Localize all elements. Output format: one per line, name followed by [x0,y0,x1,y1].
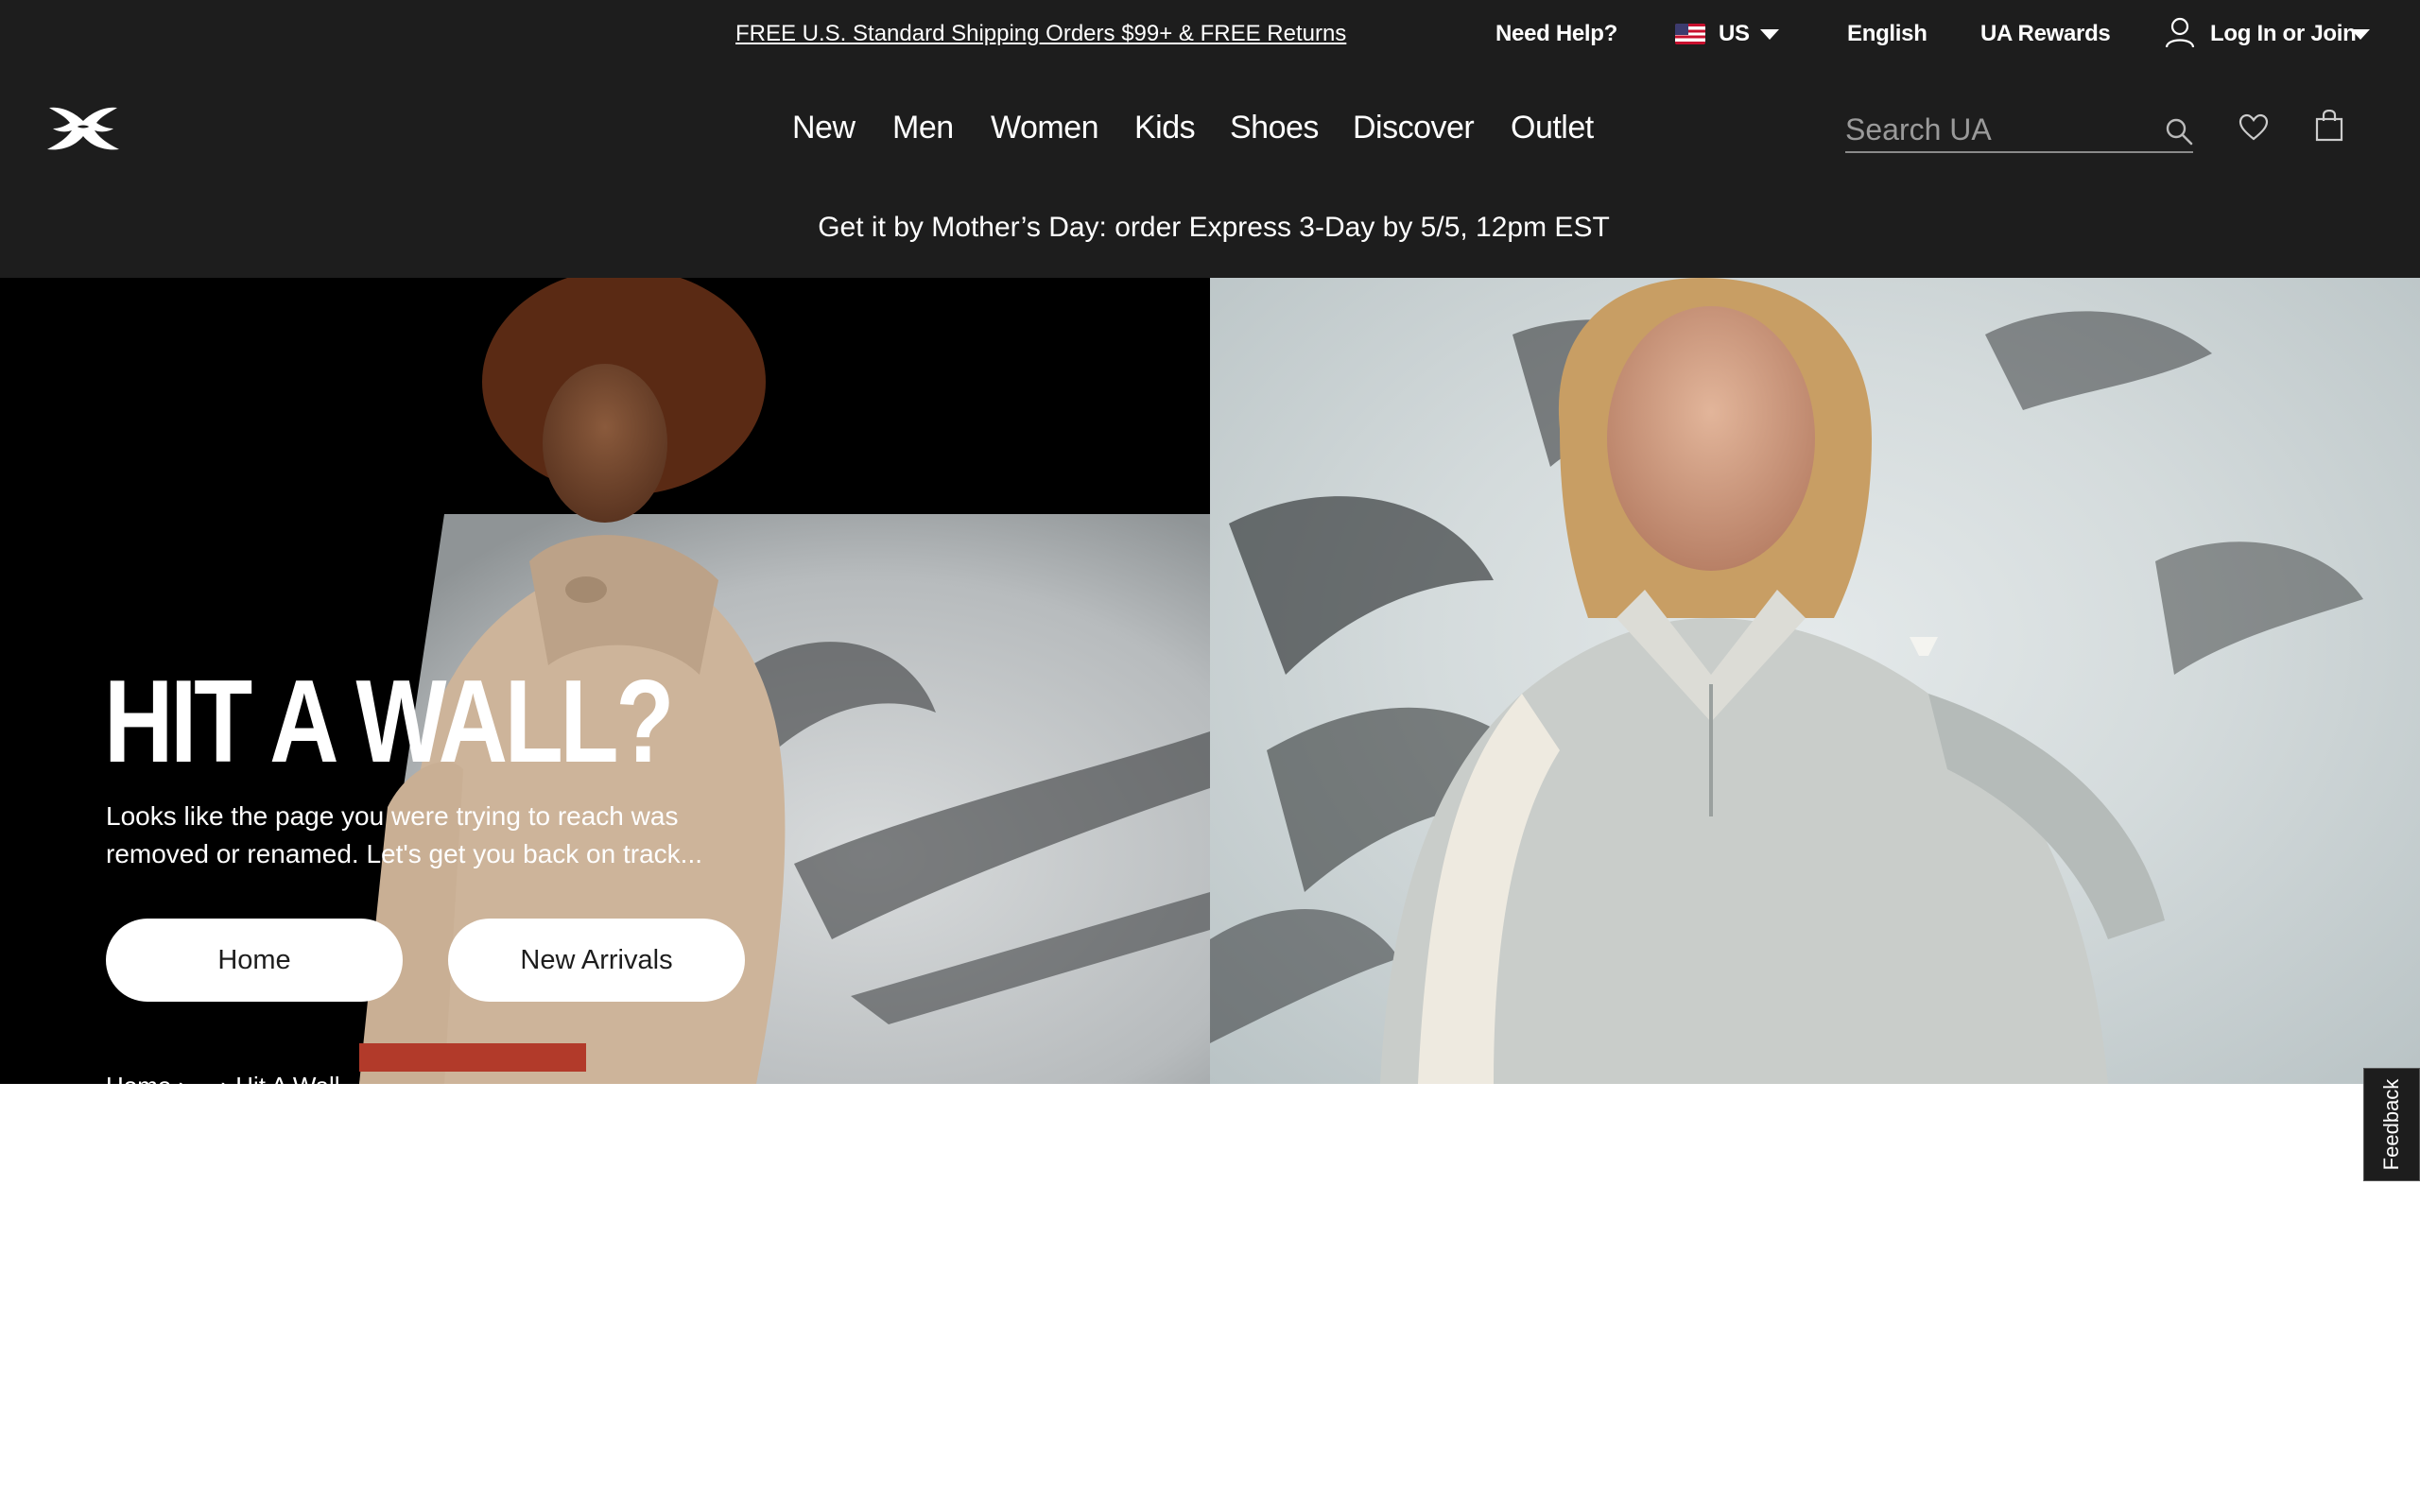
page-headline: HIT A WALL? [104,657,674,787]
feedback-tab[interactable]: Feedback [2363,1068,2420,1181]
flag-us-icon[interactable] [1675,24,1705,44]
error-hero: HIT A WALL? Looks like the page you were… [0,278,2420,1084]
hero-image-right [1210,278,2420,1084]
delivery-promo-banner: Get it by Mother’s Day: order Express 3-… [0,191,2420,278]
home-button[interactable]: Home [106,919,403,1002]
new-arrivals-button[interactable]: New Arrivals [448,919,745,1002]
nav-item-shoes[interactable]: Shoes [1230,110,1319,146]
breadcrumb[interactable]: Home › ... › Hit A Wall [106,1072,340,1084]
login-join-link[interactable]: Log In or Join [2210,21,2357,47]
chevron-down-icon[interactable] [1760,29,1779,40]
free-shipping-promo-link[interactable]: FREE U.S. Standard Shipping Orders $99+ … [735,21,1346,47]
nav-item-new[interactable]: New [792,110,856,146]
need-help-link[interactable]: Need Help? [1495,21,1617,47]
nav-item-women[interactable]: Women [991,110,1099,146]
search-bar[interactable] [1845,110,2193,153]
ua-rewards-link[interactable]: UA Rewards [1980,21,2111,47]
search-input[interactable] [1845,110,2148,149]
nav-item-kids[interactable]: Kids [1134,110,1196,146]
heart-icon[interactable] [2238,113,2269,142]
bag-icon[interactable] [2314,110,2344,142]
chevron-down-icon[interactable] [2351,29,2370,40]
country-selector[interactable]: US [1719,21,1750,47]
ua-logo-icon[interactable] [43,104,123,153]
utility-bar: FREE U.S. Standard Shipping Orders $99+ … [0,0,2420,68]
nav-item-men[interactable]: Men [892,110,954,146]
main-navigation: New Men Women Kids Shoes Discover Outlet [0,68,2420,191]
feedback-label: Feedback [2379,1078,2403,1171]
nav-item-discover[interactable]: Discover [1353,110,1475,146]
search-icon[interactable] [2165,117,2193,146]
hero-photo-woman-quarterzip [1210,278,2363,1084]
user-icon[interactable] [2165,17,2195,49]
language-selector[interactable]: English [1847,21,1927,47]
error-message: Looks like the page you were trying to r… [106,801,702,868]
nav-item-outlet[interactable]: Outlet [1511,110,1594,146]
delivery-promo-text[interactable]: Get it by Mother’s Day: order Express 3-… [818,212,1610,244]
